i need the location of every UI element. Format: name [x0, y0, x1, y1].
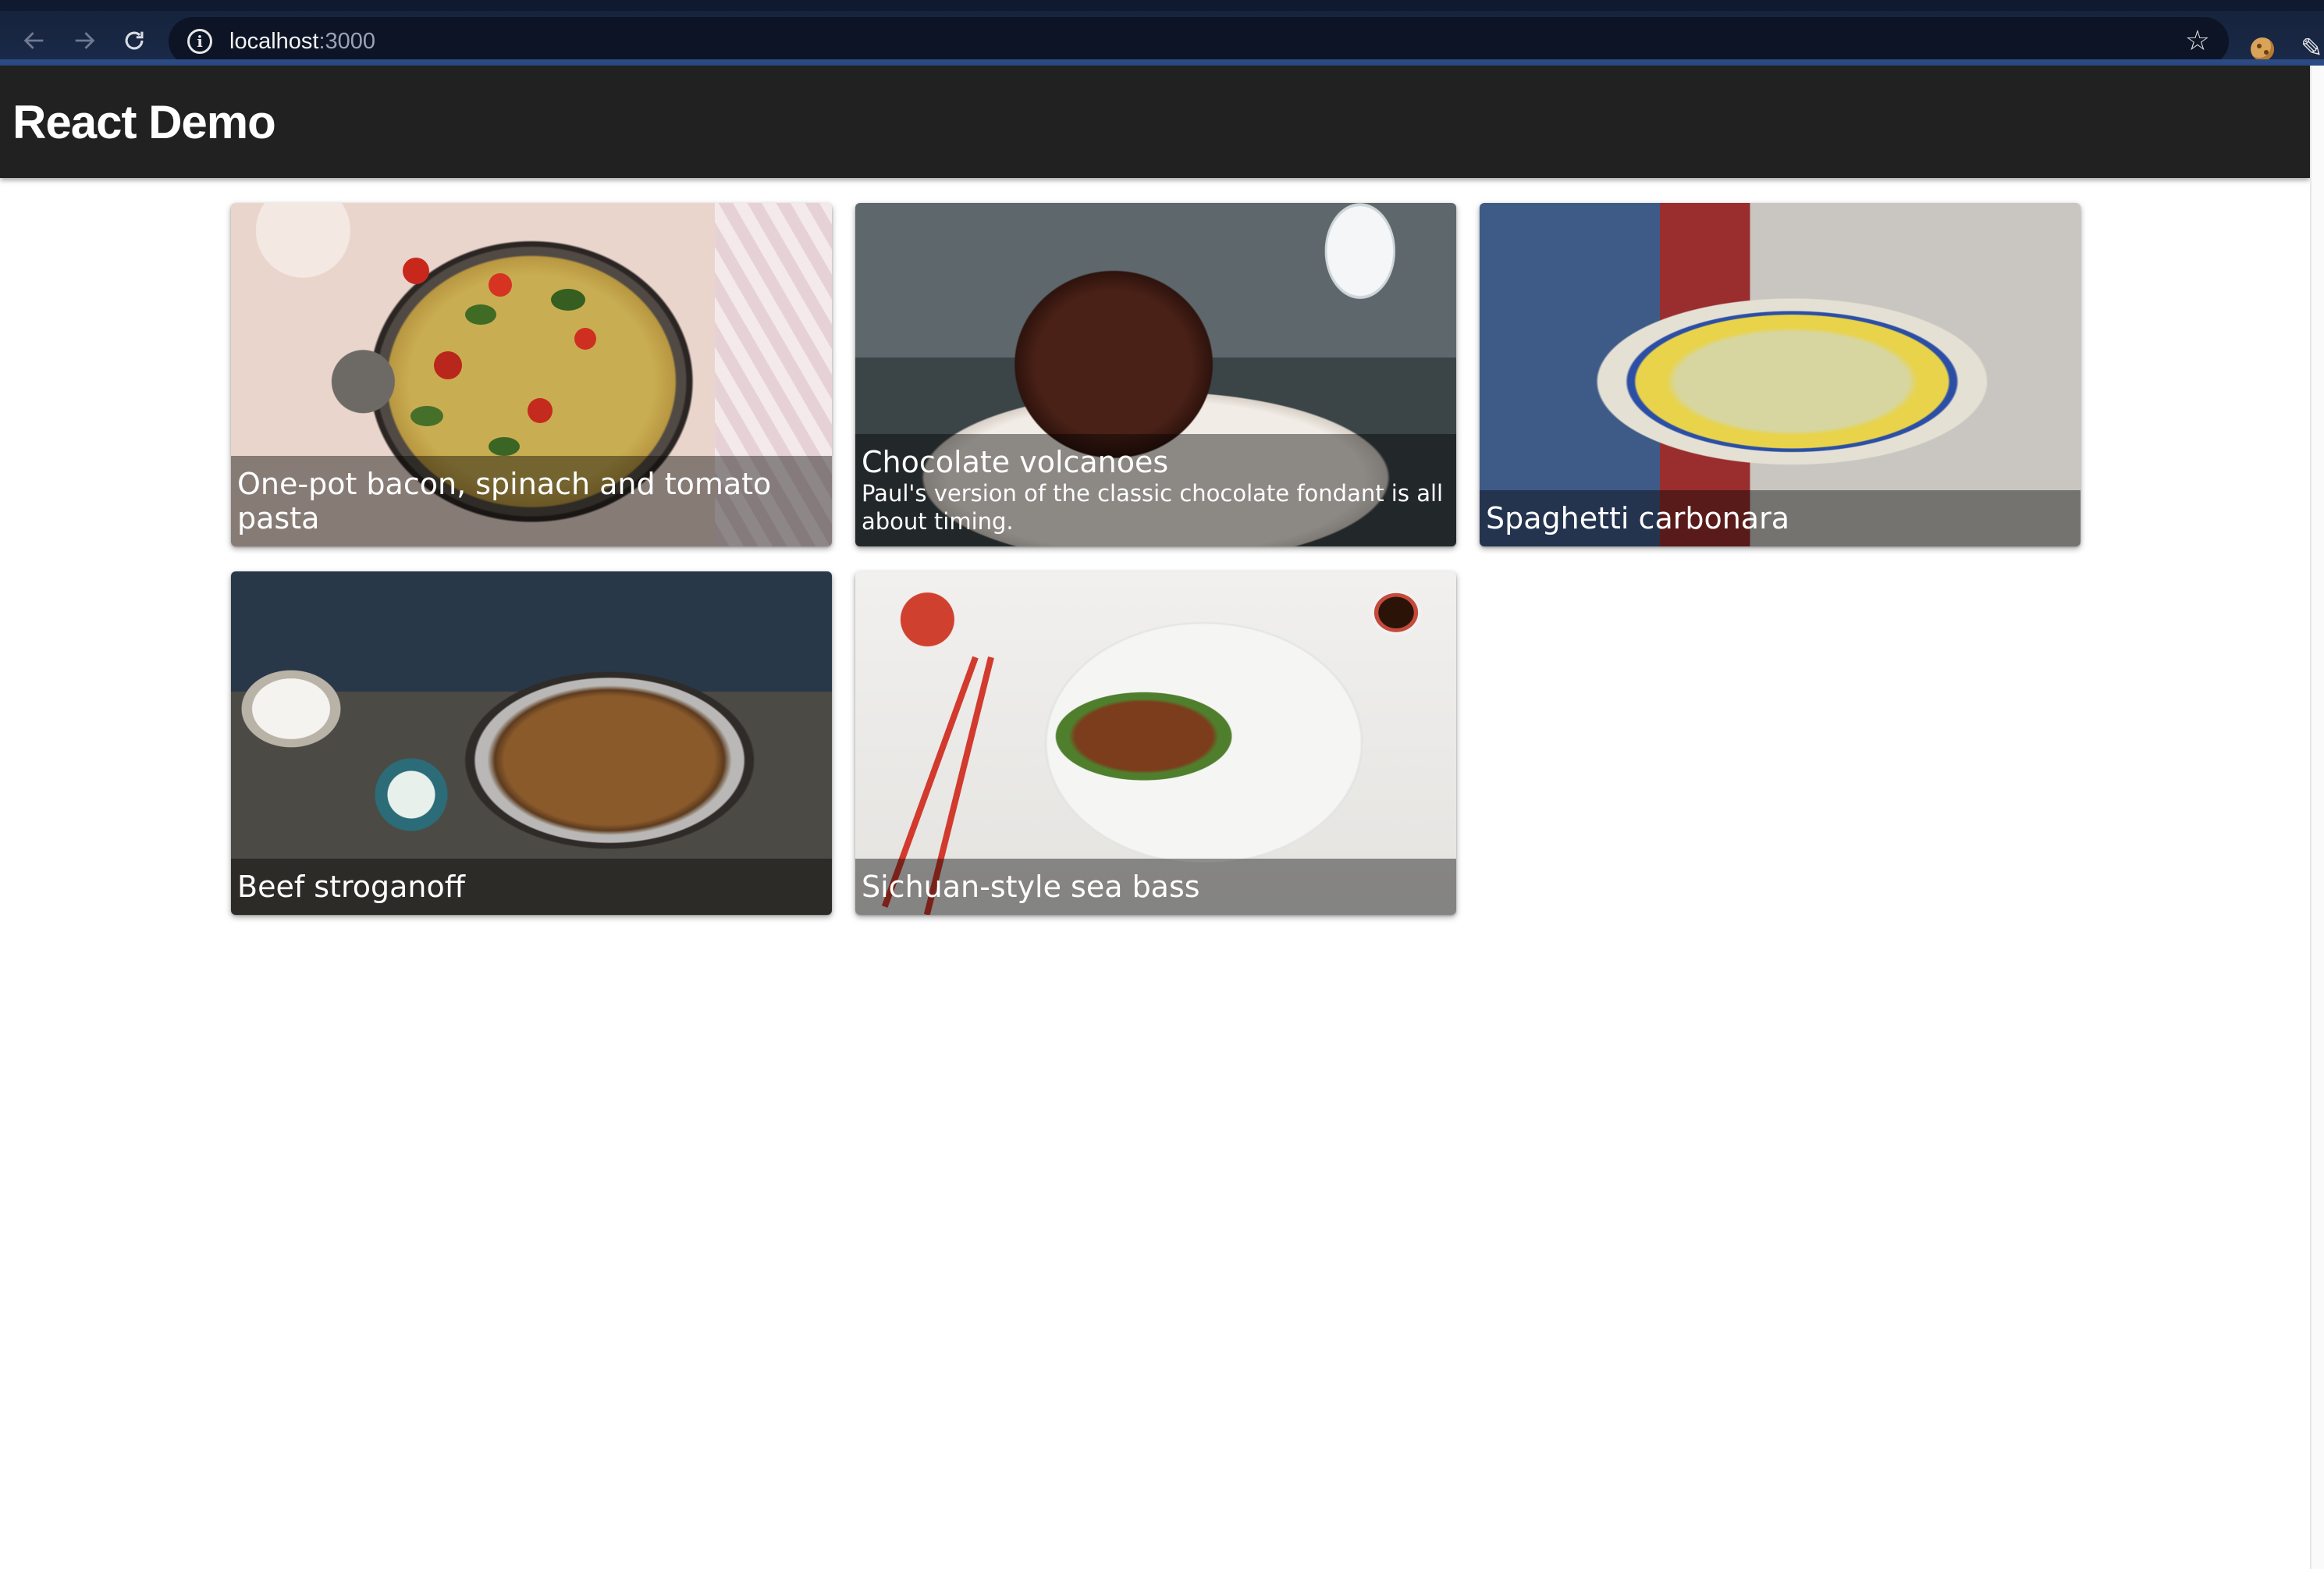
back-arrow-icon[interactable] — [17, 23, 52, 58]
recipe-caption: Sichuan-style sea bass — [855, 859, 1456, 915]
recipe-card[interactable]: One-pot bacon, spinach and tomato pasta — [231, 203, 832, 546]
recipe-caption: Chocolate volcanoes Paul's version of th… — [855, 434, 1456, 546]
recipe-card[interactable]: Chocolate volcanoes Paul's version of th… — [855, 203, 1456, 546]
url-port: :3000 — [318, 28, 376, 54]
app-header: React Demo — [0, 66, 2310, 178]
recipe-title: Chocolate volcanoes — [862, 445, 1169, 479]
bookmark-star-icon[interactable]: ☆ — [2185, 25, 2210, 56]
recipe-card[interactable]: Spaghetti carbonara — [1480, 203, 2081, 546]
recipe-caption: Spaghetti carbonara — [1480, 490, 2081, 546]
cookie-extension-icon[interactable] — [2251, 37, 2274, 61]
recipe-title: One-pot bacon, spinach and tomato pasta — [237, 467, 772, 535]
recipe-grid: One-pot bacon, spinach and tomato pasta … — [231, 203, 2081, 915]
url-text: localhost:3000 — [229, 29, 375, 55]
scrollbar[interactable] — [2310, 66, 2324, 1569]
recipe-description: Paul's version of the classic chocolate … — [862, 480, 1444, 535]
info-icon[interactable]: i — [187, 29, 212, 54]
reload-icon[interactable] — [117, 23, 151, 58]
url-host: localhost — [229, 28, 319, 54]
recipe-card[interactable]: Sichuan-style sea bass — [855, 571, 1456, 915]
toolbar-accent-line — [0, 59, 2324, 66]
recipe-title: Spaghetti carbonara — [1486, 501, 1789, 535]
recipe-title: Sichuan-style sea bass — [862, 870, 1200, 904]
recipe-caption: Beef stroganoff — [231, 859, 832, 915]
app-title: React Demo — [12, 96, 276, 148]
address-bar[interactable]: i localhost:3000 ☆ — [169, 17, 2229, 66]
browser-toolbar: i localhost:3000 ☆ ✎ — [0, 0, 2324, 66]
recipe-card[interactable]: Beef stroganoff — [231, 571, 832, 915]
recipe-caption: One-pot bacon, spinach and tomato pasta — [231, 456, 832, 546]
forward-arrow-icon[interactable] — [67, 23, 101, 58]
recipe-title: Beef stroganoff — [237, 870, 465, 904]
